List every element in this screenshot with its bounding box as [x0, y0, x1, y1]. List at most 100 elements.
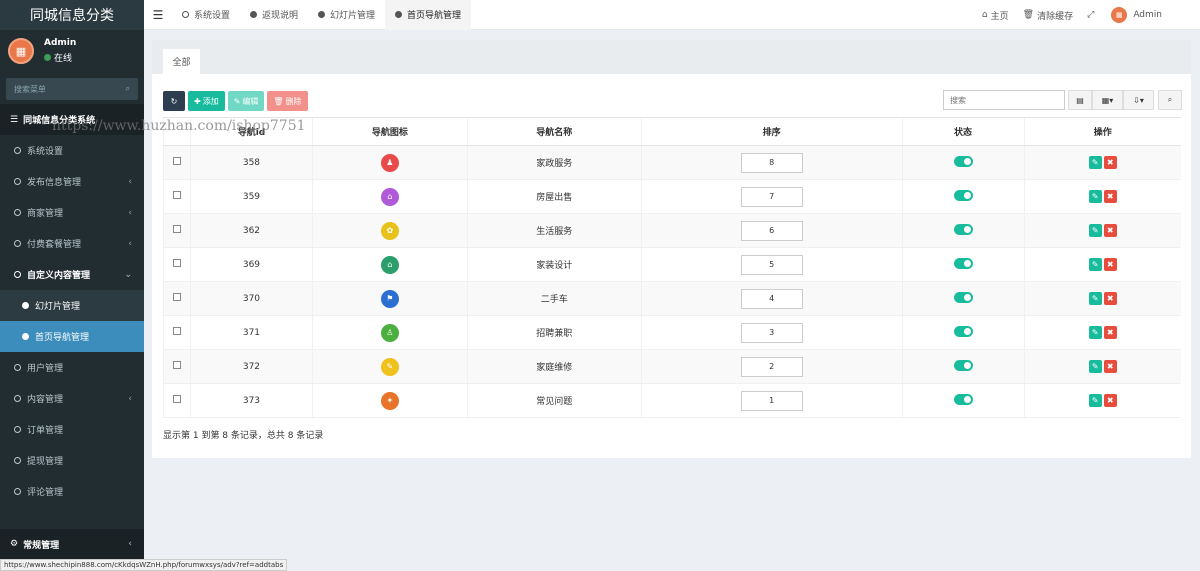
header-icon[interactable]: 导航图标	[311, 117, 468, 146]
fullscreen-button[interactable]: ⤢	[1087, 10, 1097, 20]
search-button[interactable]: ⌕	[1158, 90, 1182, 110]
row-delete-button[interactable]: ✖	[1103, 190, 1117, 203]
tab-item[interactable]: 首页导航管理	[385, 0, 472, 30]
sidebar-item[interactable]: 提现管理	[0, 445, 144, 476]
row-edit-button[interactable]: ✎	[1088, 394, 1102, 407]
row-checkbox[interactable]	[172, 157, 181, 165]
header-status[interactable]: 状态	[901, 117, 1025, 146]
table-row[interactable]: 373 ✦ 常见问题 1 ✎ ✖	[163, 383, 1181, 418]
status-toggle[interactable]	[953, 189, 973, 201]
weigh-input[interactable]: 1	[740, 390, 803, 411]
tab-item[interactable]: 返现说明	[240, 0, 308, 30]
tab-all[interactable]: 全部	[163, 49, 200, 74]
weigh-input[interactable]: 6	[740, 220, 803, 241]
edit-button[interactable]: ✎ 编辑	[227, 91, 265, 111]
sidebar-item[interactable]: 内容管理 ‹	[0, 383, 144, 414]
status-toggle[interactable]	[953, 291, 973, 303]
table-row[interactable]: 369 ⌂ 家装设计 5 ✎ ✖	[163, 247, 1181, 282]
sidebar-subitem[interactable]: 幻灯片管理	[0, 290, 144, 321]
sidebar-item[interactable]: 系统设置	[0, 135, 144, 166]
row-edit-button[interactable]: ✎	[1088, 224, 1102, 237]
table-row[interactable]: 372 ✎ 家庭维修 2 ✎ ✖	[163, 349, 1181, 384]
tab-item[interactable]: 系统设置	[172, 0, 240, 30]
status-toggle[interactable]	[953, 325, 973, 337]
home-link[interactable]: ⌂ 主页	[982, 9, 1009, 22]
app-brand[interactable]: 同城信息分类	[0, 0, 144, 30]
header-name[interactable]: 导航名称	[466, 117, 642, 146]
sidebar-item[interactable]: 用户管理	[0, 352, 144, 383]
admin-avatar: ▦	[1111, 7, 1128, 23]
status-toggle[interactable]	[953, 257, 973, 269]
sidebar-item[interactable]: 发布信息管理 ‹	[0, 166, 144, 197]
chevron-left-icon: ‹	[128, 207, 132, 218]
row-delete-button[interactable]: ✖	[1103, 224, 1117, 237]
sidebar-item[interactable]: 自定义内容管理 ⌄	[0, 259, 144, 290]
row-checkbox[interactable]	[172, 191, 181, 199]
row-checkbox[interactable]	[172, 395, 181, 403]
status-toggle[interactable]	[953, 223, 973, 235]
row-checkbox[interactable]	[172, 259, 181, 267]
row-delete-button[interactable]: ✖	[1103, 156, 1117, 169]
pencil-icon: ✎	[1091, 260, 1099, 269]
sidebar-item[interactable]: 付费套餐管理 ‹	[0, 228, 144, 259]
row-edit-button[interactable]: ✎	[1088, 258, 1102, 271]
row-checkbox[interactable]	[172, 293, 181, 301]
sidebar-item[interactable]: 评论管理	[0, 476, 144, 507]
table-row[interactable]: 362 ✿ 生活服务 6 ✎ ✖	[163, 213, 1181, 248]
weigh-input[interactable]: 4	[740, 288, 803, 309]
table-search-input[interactable]	[943, 90, 1065, 110]
clear-cache-button[interactable]: 🗑 清除缓存	[1023, 9, 1073, 22]
toggle-view-button[interactable]: ▤	[1068, 90, 1092, 110]
tab-item[interactable]: 幻灯片管理	[308, 0, 385, 30]
row-delete-button[interactable]: ✖	[1103, 292, 1117, 305]
status-toggle[interactable]	[953, 359, 973, 371]
table-row[interactable]: 370 ⚑ 二手车 4 ✎ ✖	[163, 281, 1181, 316]
row-delete-button[interactable]: ✖	[1103, 360, 1117, 373]
table-row[interactable]: 359 ⌂ 房屋出售 7 ✎ ✖	[163, 179, 1181, 214]
status-toggle[interactable]	[953, 155, 973, 167]
refresh-button[interactable]: ↻	[163, 91, 185, 111]
row-edit-button[interactable]: ✎	[1088, 326, 1102, 339]
export-button[interactable]: ⇩▾	[1123, 90, 1154, 110]
row-checkbox[interactable]	[172, 225, 181, 233]
online-dot-icon	[44, 54, 51, 61]
row-checkbox[interactable]	[172, 327, 181, 335]
row-name: 常见问题	[466, 383, 642, 418]
row-status-cell	[901, 349, 1025, 384]
row-edit-button[interactable]: ✎	[1088, 292, 1102, 305]
table-row[interactable]: 371 ♙ 招聘兼职 3 ✎ ✖	[163, 315, 1181, 350]
weigh-input[interactable]: 8	[740, 152, 803, 173]
sidebar-item[interactable]: 订单管理	[0, 414, 144, 445]
status-toggle[interactable]	[953, 393, 973, 405]
sidebar-item-general[interactable]: ⚙ 常规管理 ‹	[0, 529, 144, 559]
row-checkbox[interactable]	[172, 361, 181, 369]
delete-button[interactable]: 🗑 删除	[267, 91, 308, 111]
row-delete-button[interactable]: ✖	[1103, 394, 1117, 407]
row-status-cell	[901, 213, 1025, 248]
search-icon[interactable]: ⌕	[126, 84, 130, 94]
table-row[interactable]: 358 ♟ 家政服务 8 ✎ ✖	[163, 145, 1181, 180]
row-edit-button[interactable]: ✎	[1088, 156, 1102, 169]
sidebar-subitem[interactable]: 首页导航管理	[0, 321, 144, 352]
weigh-input[interactable]: 7	[740, 186, 803, 207]
menu-toggle-icon[interactable]: ☰	[144, 8, 172, 22]
add-button[interactable]: ✚ 添加	[188, 91, 225, 111]
row-delete-button[interactable]: ✖	[1103, 258, 1117, 271]
admin-menu[interactable]: ▦ Admin	[1111, 7, 1162, 23]
weigh-input[interactable]: 3	[740, 322, 803, 343]
row-edit-button[interactable]: ✎	[1088, 360, 1102, 373]
weigh-input[interactable]: 2	[740, 356, 803, 377]
sidebar-item[interactable]: 商家管理 ‹	[0, 197, 144, 228]
row-edit-button[interactable]: ✎	[1088, 190, 1102, 203]
sidebar-search-input[interactable]: 搜索菜单 ⌕	[6, 78, 138, 100]
table-header-row: 导航id 导航图标 导航名称 排序 状态 操作	[163, 117, 1181, 146]
watermark: https://www.huzhan.com/ishop7751	[52, 118, 306, 134]
header-weigh[interactable]: 排序	[640, 117, 903, 146]
row-delete-button[interactable]: ✖	[1103, 326, 1117, 339]
user-status: 在线	[44, 51, 76, 64]
sidebar-item-label: 自定义内容管理	[27, 271, 91, 281]
header-actions[interactable]: 操作	[1023, 117, 1181, 146]
weigh-input[interactable]: 5	[740, 254, 803, 275]
columns-button[interactable]: ▦▾	[1092, 90, 1123, 110]
row-icon-cell: ⚑	[311, 281, 468, 316]
